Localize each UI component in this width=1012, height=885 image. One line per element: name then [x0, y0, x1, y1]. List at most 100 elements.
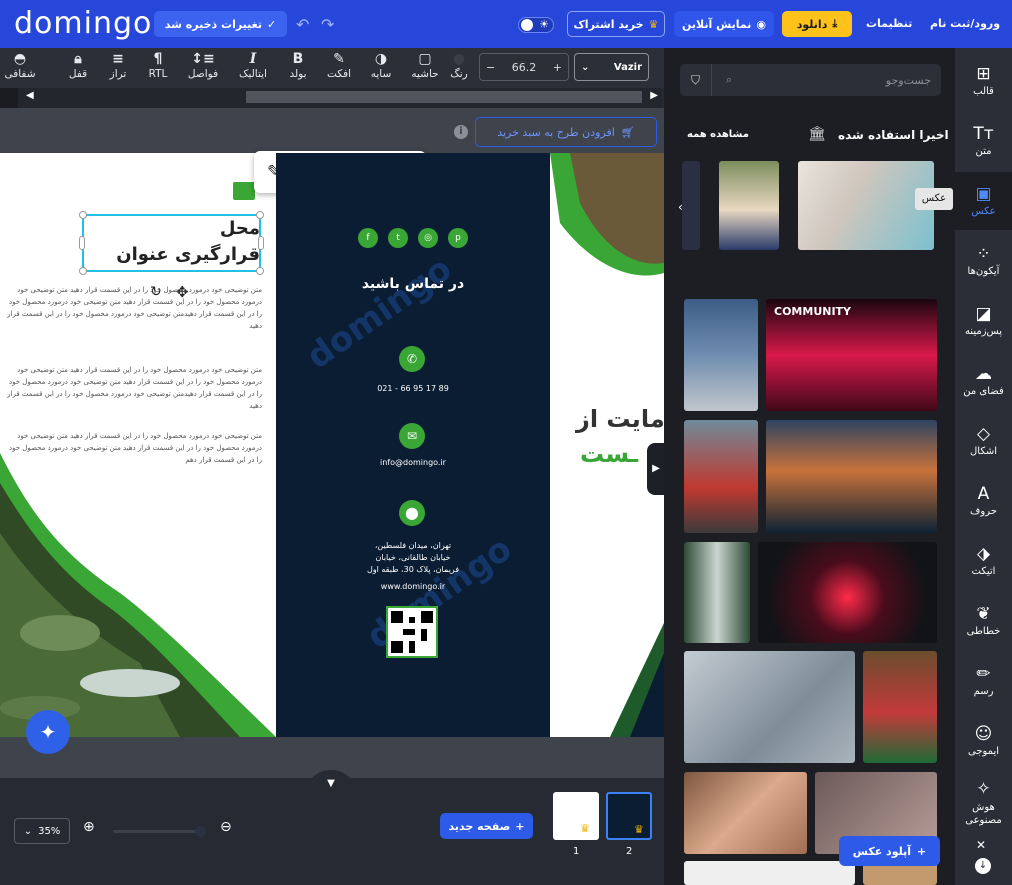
- search-placeholder: جست‌وجو: [885, 73, 931, 87]
- redo-icon[interactable]: ↷: [321, 15, 334, 34]
- photo-item[interactable]: [684, 299, 758, 411]
- preview-online-button[interactable]: نمایش آنلاین ◉: [674, 11, 774, 37]
- italic-tool[interactable]: I ایتالیک: [236, 50, 270, 80]
- minus-icon[interactable]: −: [486, 61, 495, 74]
- zoom-in-icon[interactable]: ⊕: [83, 819, 95, 835]
- photo-item[interactable]: [863, 651, 937, 763]
- facebook-icon[interactable]: f: [358, 228, 378, 248]
- phone-text[interactable]: 021 - 66 95 17 89: [276, 383, 550, 395]
- tool-label: ایتالیک: [239, 68, 267, 80]
- rail-emoji[interactable]: ☺ ایموجی: [955, 712, 1012, 770]
- pinterest-icon[interactable]: p: [448, 228, 468, 248]
- plus-icon[interactable]: +: [553, 61, 562, 74]
- close-icon[interactable]: ✕: [976, 838, 986, 852]
- font-size-stepper[interactable]: − 66.2 +: [479, 53, 569, 81]
- photo-item[interactable]: [684, 651, 855, 763]
- save-status-button[interactable]: تغییرات ذخیره شد ✓: [154, 11, 287, 37]
- new-page-button[interactable]: صفحه جدید +: [440, 813, 533, 839]
- scroll-right-icon[interactable]: ▶: [650, 90, 658, 101]
- website-text[interactable]: www.domingo.ir: [276, 581, 550, 593]
- rail-icons[interactable]: ⁘ آیکون‌ها: [955, 232, 1012, 290]
- tool-label: رنگ: [450, 68, 468, 80]
- rail-my-space[interactable]: ☁ فضای من: [955, 352, 1012, 410]
- community-text: COMMUNITY: [774, 305, 852, 318]
- rail-calligraphy[interactable]: ❦ خطاطی: [955, 592, 1012, 650]
- chevron-left-icon[interactable]: ‹: [678, 200, 683, 214]
- rail-background[interactable]: ◪ پس‌زمینه: [955, 292, 1012, 350]
- zoom-select[interactable]: ⌄ 35%: [14, 818, 70, 844]
- paragraph-3[interactable]: متن توضیحی خود درمورد محصول خود را در ای…: [4, 430, 262, 466]
- email-text[interactable]: info@domingo.ir: [276, 457, 550, 469]
- paragraph-1[interactable]: متن توضیحی خود درمورد محصول خود را در ای…: [4, 284, 262, 332]
- rail-photo[interactable]: ▣ عکس: [955, 172, 1012, 230]
- align-tool[interactable]: ≡ تراز: [101, 50, 135, 80]
- recent-photo[interactable]: [719, 161, 779, 250]
- rail-letters[interactable]: A حروف: [955, 472, 1012, 530]
- zoom-out-icon[interactable]: ⊖: [220, 819, 232, 835]
- brochure-title[interactable]: محل قرارگیری عنوان: [92, 216, 260, 268]
- search-input[interactable]: ⌕ جست‌وجو: [680, 64, 941, 96]
- scrollbar-thumb[interactable]: [246, 91, 642, 103]
- download-button[interactable]: دانلود ⤓: [782, 11, 852, 37]
- font-select[interactable]: ⌄ Vazir: [574, 53, 649, 81]
- rail-label: متن: [975, 146, 992, 157]
- page-number: 2: [626, 846, 633, 857]
- upload-photo-button[interactable]: آپلود عکس +: [839, 836, 940, 866]
- rail-shapes[interactable]: ◇ اشکال: [955, 412, 1012, 470]
- bold-tool[interactable]: B بولد: [281, 50, 315, 80]
- info-icon[interactable]: i: [454, 125, 468, 139]
- border-tool[interactable]: ▢ حاشیه: [408, 50, 442, 80]
- toolbar-scrollbar[interactable]: ◀ ▶: [18, 88, 662, 108]
- rail-ai[interactable]: ✧ هوش مصنوعی: [955, 774, 1012, 832]
- scroll-down-icon[interactable]: ↓: [975, 858, 991, 874]
- download-icon: ⤓: [832, 17, 838, 30]
- logo[interactable]: domingo: [14, 6, 152, 41]
- magic-wand-button[interactable]: ✦: [26, 710, 70, 754]
- rail-text[interactable]: Tт متن: [955, 112, 1012, 170]
- rail-draw[interactable]: ✏ رسم: [955, 652, 1012, 710]
- add-to-cart-button[interactable]: افزودن طرح به سبد خرید 🛒︎: [475, 117, 657, 147]
- undo-icon[interactable]: ↶: [296, 15, 309, 34]
- shadow-tool[interactable]: ◑ سایه: [364, 50, 398, 80]
- right-heading-1[interactable]: مایت از: [576, 405, 665, 433]
- spacing-tool[interactable]: ↕≡ فواصل: [186, 50, 220, 80]
- color-tool[interactable]: ● رنگ: [442, 50, 476, 80]
- subscribe-button[interactable]: خرید اشتراک ♛: [567, 11, 665, 37]
- chevron-down-icon: ⌄: [23, 825, 33, 837]
- contact-title[interactable]: در تماس باشید: [276, 276, 550, 292]
- see-all-link[interactable]: مشاهده همه: [687, 129, 749, 140]
- tag-icon: ⬗: [976, 544, 991, 564]
- page-thumbnail-1[interactable]: ♛: [553, 792, 599, 840]
- photo-item[interactable]: [684, 861, 855, 885]
- recent-photo[interactable]: [682, 161, 700, 250]
- photo-item[interactable]: [766, 420, 937, 533]
- login-link[interactable]: ورود/ثبت نام: [930, 17, 1000, 30]
- tool-label: بولد: [289, 68, 307, 80]
- twitter-icon[interactable]: t: [388, 228, 408, 248]
- scroll-left-icon[interactable]: ◀: [26, 90, 34, 101]
- recent-photo[interactable]: [798, 161, 934, 250]
- opacity-tool[interactable]: ◓ شفافی: [3, 50, 37, 80]
- photo-item[interactable]: COMMUNITY: [766, 299, 937, 411]
- rail-template[interactable]: ⊞ قالب: [955, 52, 1012, 110]
- theme-toggle[interactable]: ☀: [518, 17, 554, 33]
- photo-item[interactable]: [684, 542, 750, 643]
- photo-item[interactable]: [684, 772, 807, 854]
- rtl-tool[interactable]: ¶ RTL: [141, 50, 175, 80]
- photo-item[interactable]: [758, 542, 937, 643]
- right-heading-2[interactable]: ـست: [580, 440, 638, 468]
- address-text[interactable]: تهران، میدان فلسطین، خیابان طالقانی، خیا…: [276, 540, 550, 576]
- effect-tool[interactable]: ✎ افکت: [322, 50, 356, 80]
- instagram-icon[interactable]: ◎: [418, 228, 438, 248]
- font-size-value[interactable]: 66.2: [512, 61, 537, 74]
- lock-icon: 🔒︎: [74, 51, 82, 67]
- zoom-slider[interactable]: [113, 826, 206, 837]
- lock-tool[interactable]: 🔒︎ قفل: [61, 50, 95, 80]
- paragraph-2[interactable]: متن توضیحی خود درمورد محصول خود را در ای…: [4, 364, 262, 412]
- settings-link[interactable]: تنظیمات: [866, 17, 912, 30]
- page-thumbnail-2[interactable]: ♛: [606, 792, 652, 840]
- rail-tag[interactable]: ⬗ اتیکت: [955, 532, 1012, 590]
- photo-item[interactable]: [684, 420, 758, 533]
- filter-icon[interactable]: ⛉: [680, 64, 712, 96]
- collapse-panel-icon[interactable]: ▶: [647, 443, 665, 495]
